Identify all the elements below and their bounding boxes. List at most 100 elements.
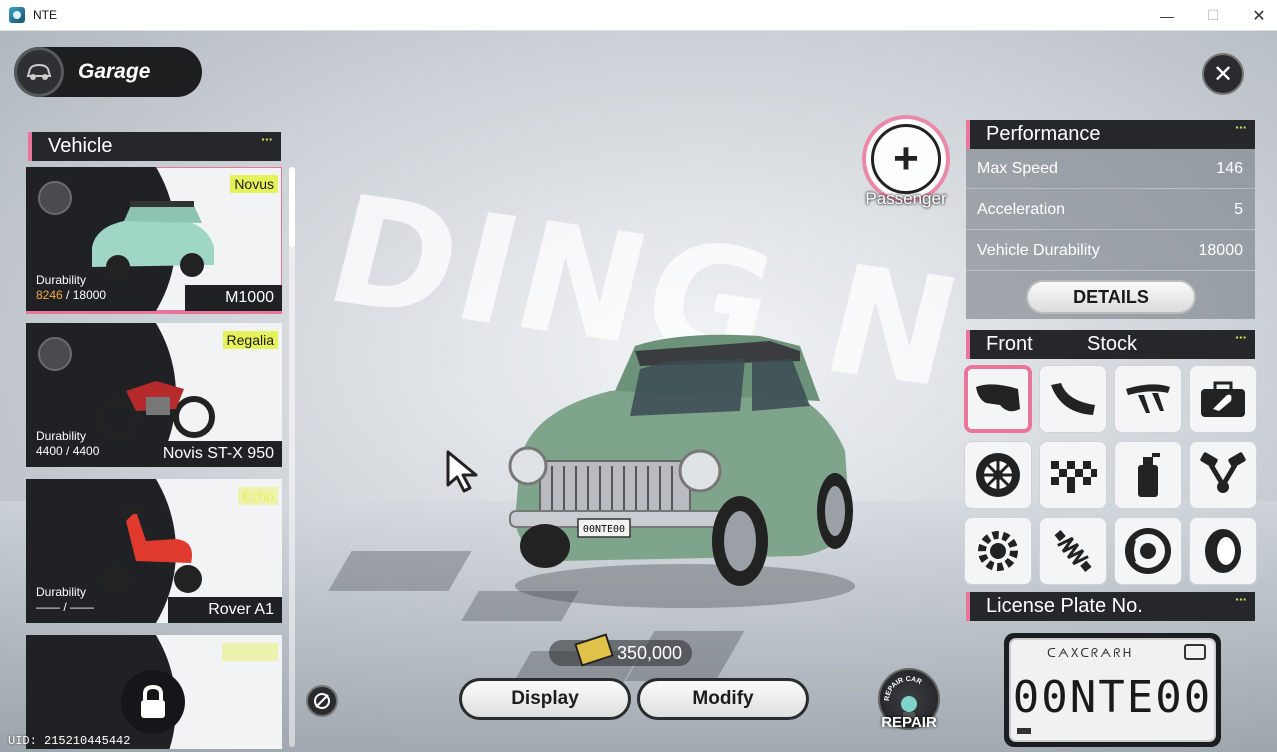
vehicle-card-novis[interactable]: Regalia Durability 4400 / 4400 Novis ST-… xyxy=(26,323,282,467)
engine-piston-icon xyxy=(1200,452,1246,493)
stat-label: Acceleration xyxy=(977,200,1066,218)
window-titlebar: NTE — ☐ ✕ xyxy=(0,0,1277,31)
vehicle-card-m1000[interactable]: Novus Durability 8246 / 18000 M1000 xyxy=(26,167,282,314)
modify-button[interactable]: Modify xyxy=(637,678,809,720)
plus-icon: + xyxy=(871,124,941,194)
display-button[interactable]: Display xyxy=(459,678,631,720)
part-spoiler[interactable] xyxy=(1114,365,1182,433)
hide-ui-icon xyxy=(314,693,330,709)
garage-close-button[interactable]: ✕ xyxy=(1202,53,1244,95)
repair-arc-text: REPAIR CAR xyxy=(884,676,923,701)
minimize-button[interactable]: — xyxy=(1144,0,1190,31)
header-decoration: ▪▪▪ xyxy=(261,135,273,144)
parts-category-title: Front xyxy=(986,333,1033,355)
checkered-flag-icon xyxy=(1051,461,1097,493)
part-paint[interactable] xyxy=(1114,441,1182,509)
suspension-spring-icon xyxy=(1054,530,1092,572)
vehicle-card-locked[interactable] xyxy=(26,635,282,749)
vehicle-list[interactable]: Novus Durability 8246 / 18000 M1000 Rega… xyxy=(26,167,282,749)
vehicle-list-scrollbar[interactable] xyxy=(289,167,295,747)
car-model[interactable]: 00NTE00 xyxy=(500,331,870,621)
gear-transmission-icon xyxy=(978,531,1018,571)
stat-label: Vehicle Durability xyxy=(977,241,1100,259)
window-close-button[interactable]: ✕ xyxy=(1236,0,1277,31)
part-transmission[interactable] xyxy=(964,517,1032,585)
parts-section-header: Front Stock ▪▪▪ xyxy=(966,330,1255,359)
part-side-skirt[interactable] xyxy=(1039,365,1107,433)
svg-text:REPAIR CAR: REPAIR CAR xyxy=(884,676,923,701)
durability-label: Durability xyxy=(36,273,87,287)
vehicle-section-title: Vehicle xyxy=(48,135,113,157)
vehicle-brand: Novus xyxy=(230,175,278,193)
garage-header: Garage xyxy=(14,47,202,97)
vehicle-name: Novis ST-X 950 xyxy=(122,441,282,467)
stat-value: 146 xyxy=(1216,159,1243,177)
part-wheel-rim[interactable] xyxy=(964,441,1032,509)
garage-title: Garage xyxy=(78,60,151,83)
part-suspension[interactable] xyxy=(1039,517,1107,585)
floor-tile xyxy=(328,551,472,591)
plate-indicator-bar xyxy=(1017,728,1031,734)
garage-scene: DING N 00NTE00 Garage ✕ Vehicle ▪▪▪ Novu… xyxy=(0,31,1277,752)
vehicle-brand-placeholder xyxy=(222,643,278,661)
hide-ui-button[interactable] xyxy=(306,685,338,717)
details-button[interactable]: DETAILS xyxy=(1026,280,1196,314)
stat-label: Max Speed xyxy=(977,159,1058,177)
front-bumper-icon xyxy=(976,384,1020,412)
maximize-button[interactable]: ☐ xyxy=(1190,0,1236,31)
vehicle-list-scroll-thumb[interactable] xyxy=(289,167,295,247)
skull-badge-icon xyxy=(38,181,72,215)
skull-badge-icon xyxy=(38,337,72,371)
lock-icon xyxy=(121,670,185,734)
stat-row-max-speed: Max Speed 146 xyxy=(966,149,1255,189)
plate-script-text: ᑕᗅXᑕᖇᗅᖇᕼ xyxy=(1047,646,1134,660)
vehicle-name: M1000 xyxy=(185,285,282,311)
toolbox-icon xyxy=(1201,381,1245,417)
license-plate-title: License Plate No. xyxy=(986,595,1143,617)
performance-section-header: Performance ▪▪▪ xyxy=(966,120,1255,149)
tire-icon xyxy=(1205,529,1241,573)
durability-value: 8246 / 18000 xyxy=(36,288,107,302)
vehicle-card-rover[interactable]: Echo Durability —— / —— Rover A1 xyxy=(26,479,282,623)
part-brakes[interactable] xyxy=(1114,517,1182,585)
stat-row-durability: Vehicle Durability 18000 xyxy=(966,231,1255,271)
stat-value: 18000 xyxy=(1198,241,1244,259)
parts-category-stock-label: Stock xyxy=(1087,333,1138,355)
performance-title: Performance xyxy=(986,123,1101,145)
header-decoration: ▪▪▪ xyxy=(1235,123,1247,132)
vehicle-section-header: Vehicle ▪▪▪ xyxy=(28,132,281,161)
stat-value: 5 xyxy=(1234,200,1243,218)
license-plate-face: ᑕᗅXᑕᖇᗅᖇᕼ 00NTE00 xyxy=(1009,638,1216,742)
license-plate-section-header: License Plate No. ▪▪▪ xyxy=(966,592,1255,621)
part-front-bumper[interactable] xyxy=(964,365,1032,433)
durability-value: 4400 / 4400 xyxy=(36,444,100,458)
part-livery[interactable] xyxy=(1039,441,1107,509)
currency-amount: 350,000 xyxy=(617,642,683,663)
vehicle-brand: Regalia xyxy=(222,331,278,349)
header-decoration: ▪▪▪ xyxy=(1235,333,1247,342)
brake-disc-icon xyxy=(1125,528,1171,574)
stat-row-acceleration: Acceleration 5 xyxy=(966,190,1255,230)
spray-paint-icon xyxy=(1138,453,1160,497)
spoiler-icon xyxy=(1126,384,1170,413)
license-plate-editor[interactable]: ᑕᗅXᑕᖇᗅᖇᕼ 00NTE00 xyxy=(1004,633,1221,747)
wheel-rim-icon xyxy=(976,453,1020,497)
passenger-label: Passenger xyxy=(865,189,947,208)
plate-number: 00NTE00 xyxy=(1012,672,1213,723)
car-plate-text: 00NTE00 xyxy=(583,524,625,535)
part-tires[interactable] xyxy=(1189,517,1257,585)
app-icon xyxy=(9,7,25,23)
vehicle-brand: Echo xyxy=(238,487,278,505)
part-toolbox[interactable] xyxy=(1189,365,1257,433)
mouse-cursor-icon xyxy=(446,450,478,493)
repair-label: REPAIR xyxy=(881,714,937,731)
edit-plate-icon[interactable] xyxy=(1184,644,1206,660)
side-skirt-icon xyxy=(1051,383,1095,415)
durability-value: —— / —— xyxy=(36,600,95,614)
vehicle-thumbnail-motorcycle xyxy=(97,381,215,440)
header-decoration: ▪▪▪ xyxy=(1235,595,1247,604)
durability-label: Durability xyxy=(36,429,87,443)
currency-display: 350,000 xyxy=(549,640,692,666)
user-id: UID: 215210445442 xyxy=(8,734,131,748)
part-engine[interactable] xyxy=(1189,441,1257,509)
